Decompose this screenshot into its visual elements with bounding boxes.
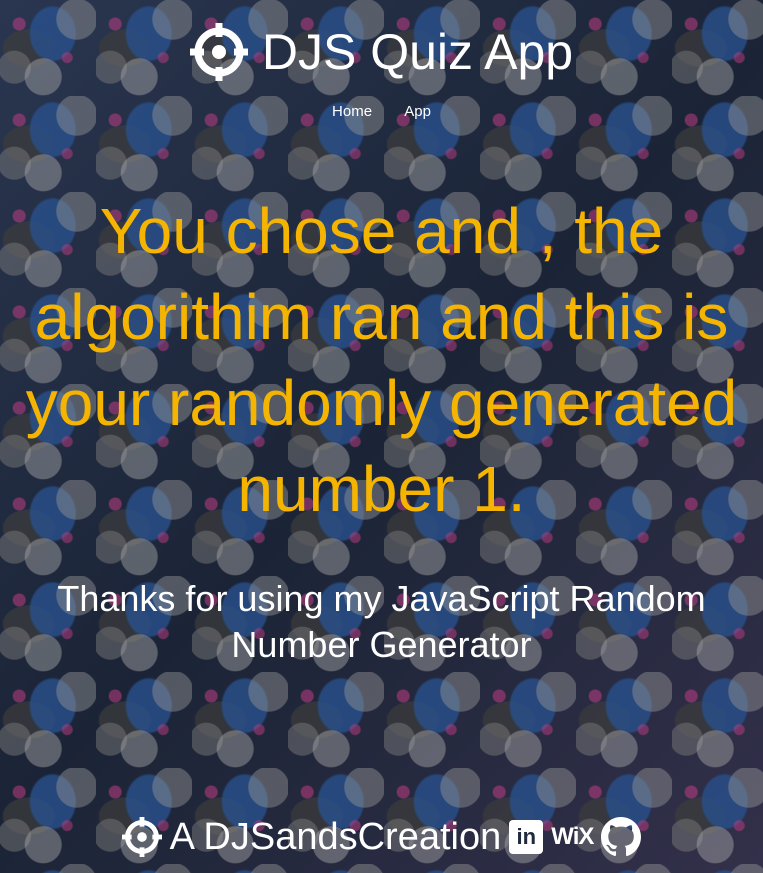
main-nav: Home App [0,103,763,120]
nav-link-home[interactable]: Home [332,103,372,120]
crosshair-icon [189,23,248,81]
footer-content: A DJSandsCreation in WiX [121,812,642,862]
site-footer: A DJSandsCreation in WiX [0,812,763,862]
wix-icon[interactable]: WiX [551,823,594,851]
linkedin-icon[interactable]: in [509,820,544,854]
github-icon[interactable] [601,817,642,857]
thanks-message: Thanks for using my JavaScript Random Nu… [57,578,706,665]
site-header: DJS Quiz App [0,22,763,86]
crosshair-icon [121,817,162,857]
brand[interactable]: DJS Quiz App [189,22,574,82]
footer-credit: A DJSandsCreation [169,816,502,858]
app-title: DJS Quiz App [261,24,574,80]
nav-link-app[interactable]: App [404,103,431,120]
random-number-result: You chose and , the algorithim ran and t… [25,195,738,525]
